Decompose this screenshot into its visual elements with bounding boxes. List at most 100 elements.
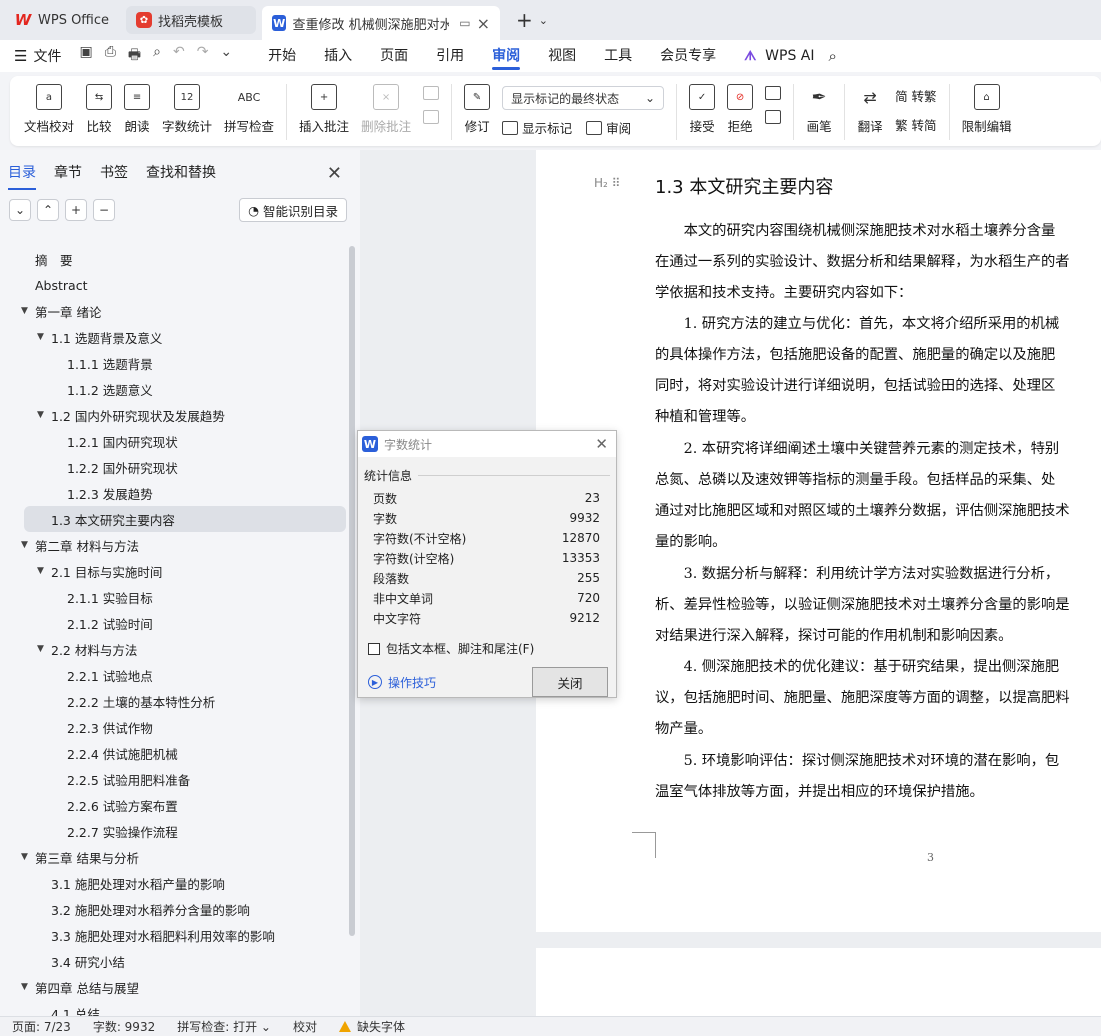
toc-item[interactable]: 3.3 施肥处理对水稻肥料利用效率的影响: [0, 922, 350, 948]
toc-scrollbar[interactable]: [349, 246, 355, 936]
heading-level-marker[interactable]: H₂ ⠿: [594, 176, 620, 190]
accept-button[interactable]: ✓ 接受: [683, 84, 721, 135]
status-word-count[interactable]: 字数: 9932: [93, 1018, 155, 1035]
collapse-arrow-icon[interactable]: ▼: [37, 332, 44, 342]
next-change-icon[interactable]: [765, 110, 782, 124]
collapse-arrow-icon[interactable]: ▼: [37, 644, 44, 654]
more-chevron-icon[interactable]: ⌄: [220, 44, 232, 68]
markup-mode-dropdown[interactable]: 显示标记的最终状态 ⌄: [502, 86, 665, 110]
insert-comment-button[interactable]: + 插入批注: [293, 84, 355, 135]
menu-tools[interactable]: 工具: [590, 40, 646, 72]
status-spell-check[interactable]: 拼写检查: 打开 ⌄: [177, 1018, 271, 1035]
toc-item[interactable]: ▼ 1.2 国内外研究现状及发展趋势: [0, 402, 350, 428]
document-line[interactable]: 析、差异性检验等，以验证侧深施肥技术对土壤养分含量的影响是: [655, 593, 1101, 614]
translate-button[interactable]: ⇄ 翻译: [851, 84, 889, 135]
collapse-arrow-icon[interactable]: ▼: [21, 306, 28, 316]
include-textbox-checkbox[interactable]: 包括文本框、脚注和尾注(F): [368, 640, 616, 657]
document-line[interactable]: 在通过一系列的实验设计、数据分析和结果解释，为水稻生产的者: [655, 250, 1101, 271]
document-line[interactable]: 通过对比施肥区域和对照区域的土壤养分数据，评估侧深施肥技术: [655, 499, 1101, 520]
close-icon[interactable]: ✕: [595, 435, 608, 453]
dialog-title-bar[interactable]: W 字数统计 ✕: [358, 431, 616, 457]
document-line[interactable]: 议，包括施肥时间、施肥量、施肥深度等方面的调整，以提高肥料: [655, 686, 1101, 707]
toc-item[interactable]: ▼ 第三章 结果与分析: [0, 844, 350, 870]
toc-item[interactable]: 2.1.2 试验时间: [0, 610, 350, 636]
play-tip-icon[interactable]: ▶: [368, 675, 382, 689]
toc-item[interactable]: 2.2.3 供试作物: [0, 714, 350, 740]
tab-sections[interactable]: 章节: [54, 150, 82, 196]
file-menu[interactable]: 文件: [33, 46, 61, 66]
reject-button[interactable]: ⊘ 拒绝: [721, 84, 759, 135]
menu-member[interactable]: 会员专享: [646, 40, 730, 72]
review-pane-button[interactable]: 审阅: [606, 118, 631, 137]
toc-item[interactable]: ▼ 第四章 总结与展望: [0, 974, 350, 1000]
collapse-arrow-icon[interactable]: ▼: [37, 410, 44, 420]
toc-item[interactable]: 3.2 施肥处理对水稻养分含量的影响: [0, 896, 350, 922]
toc-item[interactable]: 2.2.6 试验方案布置: [0, 792, 350, 818]
tab-document[interactable]: W 查重修改 机械侧深施肥对水稻 ▭ ×: [262, 6, 500, 40]
spell-check-button[interactable]: ABC 拼写检查: [218, 84, 280, 135]
hamburger-icon[interactable]: ☰: [14, 47, 27, 65]
collapse-arrow-icon[interactable]: ▼: [21, 982, 28, 992]
read-aloud-button[interactable]: ≡ 朗读: [118, 84, 156, 135]
delete-comment-button[interactable]: × 删除批注: [355, 84, 417, 135]
document-line[interactable]: 5. 环境影响评估：探讨侧深施肥技术对环境的潜在影响，包: [655, 749, 1101, 770]
document-line[interactable]: 2. 本研究将详细阐述土壤中关键营养元素的测定技术，特别: [655, 437, 1101, 458]
menu-page[interactable]: 页面: [366, 40, 422, 72]
status-missing-font[interactable]: 缺失字体: [357, 1018, 405, 1035]
toc-item[interactable]: 摘 要: [0, 246, 350, 272]
track-changes-button[interactable]: ✎ 修订: [458, 84, 496, 135]
tab-wps-office[interactable]: W WPS Office: [4, 4, 120, 36]
checkbox-unchecked[interactable]: [368, 642, 380, 655]
tab-toc[interactable]: 目录: [8, 150, 36, 196]
document-line[interactable]: 的具体操作方法，包括施肥设备的配置、施肥量的确定以及施肥: [655, 343, 1101, 364]
toc-item[interactable]: 1.1.2 选题意义: [0, 376, 350, 402]
document-line[interactable]: 量的影响。: [655, 530, 1101, 551]
toc-item[interactable]: 1.2.2 国外研究现状: [0, 454, 350, 480]
wps-ai-button[interactable]: ᗑ WPS AI: [744, 48, 814, 64]
collapse-arrow-icon[interactable]: ▼: [21, 852, 28, 862]
smart-toc-button[interactable]: ◔ 智能识别目录: [239, 198, 347, 222]
document-line[interactable]: 总氮、总磷以及速效钾等指标的测量手段。包括样品的采集、处: [655, 468, 1101, 489]
document-line[interactable]: 3. 数据分析与解释：利用统计学方法对实验数据进行分析，: [655, 562, 1101, 583]
document-line[interactable]: 本文的研究内容围绕机械侧深施肥技术对水稻土壤养分含量: [655, 219, 1101, 240]
menu-reference[interactable]: 引用: [422, 40, 478, 72]
menu-home[interactable]: 开始: [254, 40, 310, 72]
toc-item[interactable]: ▼ 2.2 材料与方法: [0, 636, 350, 662]
toc-item[interactable]: ▼ 第一章 绪论: [0, 298, 350, 324]
status-page[interactable]: 页面: 7/23: [12, 1018, 71, 1035]
toc-item[interactable]: 3.4 研究小结: [0, 948, 350, 974]
toc-item[interactable]: 1.1.1 选题背景: [0, 350, 350, 376]
tips-link[interactable]: 操作技巧: [388, 674, 436, 691]
close-tab-icon[interactable]: ×: [477, 14, 490, 33]
screen-icon[interactable]: ▭: [459, 16, 470, 30]
document-line[interactable]: 同时，将对实验设计进行详细说明，包括试验田的选择、处理区: [655, 374, 1101, 395]
menu-view[interactable]: 视图: [534, 40, 590, 72]
collapse-chevron-up-icon[interactable]: ⌃: [37, 199, 59, 221]
save-icon[interactable]: ▣: [79, 44, 92, 68]
add-heading-icon[interactable]: +: [65, 199, 87, 221]
toc-item[interactable]: 1.3 本文研究主要内容: [24, 506, 346, 532]
status-proof[interactable]: 校对: [293, 1018, 317, 1035]
toc-item[interactable]: ▼ 2.1 目标与实施时间: [0, 558, 350, 584]
pen-button[interactable]: ✒ 画笔: [800, 84, 838, 135]
print-icon[interactable]: 🖶: [128, 44, 141, 68]
remove-heading-icon[interactable]: −: [93, 199, 115, 221]
toc-item[interactable]: Abstract: [0, 272, 350, 298]
toc-item[interactable]: 2.2.2 土壤的基本特性分析: [0, 688, 350, 714]
section-heading[interactable]: 1.3 本文研究主要内容: [655, 173, 833, 199]
toc-item[interactable]: 2.2.5 试验用肥料准备: [0, 766, 350, 792]
next-comment-icon[interactable]: [423, 110, 440, 124]
document-line[interactable]: 物产量。: [655, 717, 1101, 738]
document-line[interactable]: 1. 研究方法的建立与优化：首先，本文将介绍所采用的机械: [655, 312, 1101, 333]
document-line[interactable]: 对结果进行深入解释，探讨可能的作用机制和影响因素。: [655, 624, 1101, 645]
export-icon[interactable]: ⎙: [105, 44, 116, 68]
tab-find-replace[interactable]: 查找和替换: [146, 150, 216, 196]
collapse-arrow-icon[interactable]: ▼: [37, 566, 44, 576]
toc-item[interactable]: 3.1 施肥处理对水稻产量的影响: [0, 870, 350, 896]
document-line[interactable]: 学依据和技术支持。主要研究内容如下：: [655, 281, 1101, 302]
collapse-arrow-icon[interactable]: ▼: [21, 540, 28, 550]
menu-insert[interactable]: 插入: [310, 40, 366, 72]
word-count-button[interactable]: 12 字数统计: [156, 84, 218, 135]
document-line[interactable]: 温室气体排放等方面，并提出相应的环境保护措施。: [655, 780, 1101, 801]
toc-item[interactable]: 2.1.1 实验目标: [0, 584, 350, 610]
